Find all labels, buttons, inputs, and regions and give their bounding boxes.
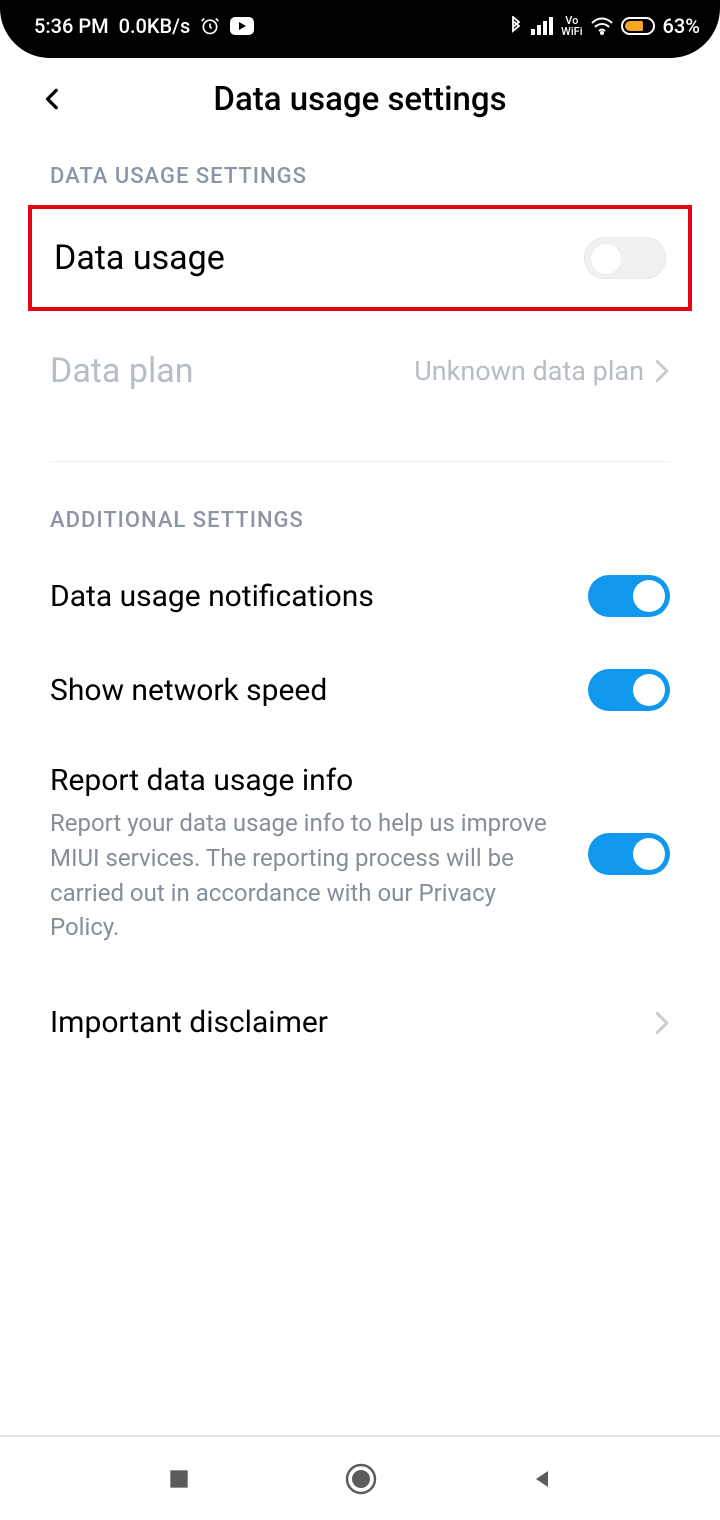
nav-home-button[interactable]	[344, 1462, 378, 1496]
toggle-network-speed[interactable]	[588, 669, 670, 711]
page-title: Data usage settings	[44, 80, 676, 119]
back-button[interactable]	[40, 86, 66, 112]
report-title: Report data usage info	[50, 763, 564, 798]
section-header-data-usage: DATA USAGE SETTINGS	[0, 140, 720, 205]
navigation-bar	[0, 1435, 720, 1520]
data-plan-label: Data plan	[50, 351, 390, 391]
toggle-report[interactable]	[588, 833, 670, 875]
battery-icon	[621, 17, 655, 35]
alarm-icon	[200, 16, 220, 36]
network-speed-indicator: 0.0KB/s	[119, 14, 191, 38]
toggle-notifications[interactable]	[588, 575, 670, 617]
row-network-speed[interactable]: Show network speed	[0, 643, 720, 737]
notifications-label: Data usage notifications	[50, 579, 564, 614]
row-report-data-usage[interactable]: Report data usage info Report your data …	[0, 737, 720, 971]
row-data-plan[interactable]: Data plan Unknown data plan	[0, 311, 720, 431]
data-plan-value: Unknown data plan	[414, 355, 644, 387]
chevron-right-icon	[654, 359, 670, 383]
report-description: Report your data usage info to help us i…	[50, 806, 564, 945]
status-bar: 5:36 PM 0.0KB/s VoWiFi 63%	[0, 0, 720, 58]
cellular-signal-icon	[531, 17, 553, 35]
app-header: Data usage settings	[0, 58, 720, 140]
chevron-right-icon	[654, 1011, 670, 1035]
toggle-data-usage[interactable]	[584, 237, 666, 279]
row-data-usage[interactable]: Data usage	[32, 209, 688, 307]
clock: 5:36 PM	[34, 14, 109, 38]
nav-back-button[interactable]	[530, 1466, 554, 1492]
row-notifications[interactable]: Data usage notifications	[0, 549, 720, 643]
nav-recents-button[interactable]	[166, 1466, 192, 1492]
volte-icon: VoWiFi	[561, 15, 582, 37]
battery-percentage: 63%	[663, 14, 700, 38]
bluetooth-icon	[509, 16, 523, 36]
network-speed-label: Show network speed	[50, 673, 564, 708]
wifi-icon	[591, 17, 613, 35]
section-header-additional: ADDITIONAL SETTINGS	[0, 462, 720, 549]
youtube-icon	[230, 17, 254, 35]
data-usage-label: Data usage	[54, 238, 560, 278]
disclaimer-label: Important disclaimer	[50, 1005, 630, 1040]
highlighted-data-usage-row: Data usage	[28, 205, 692, 311]
row-disclaimer[interactable]: Important disclaimer	[0, 971, 720, 1066]
